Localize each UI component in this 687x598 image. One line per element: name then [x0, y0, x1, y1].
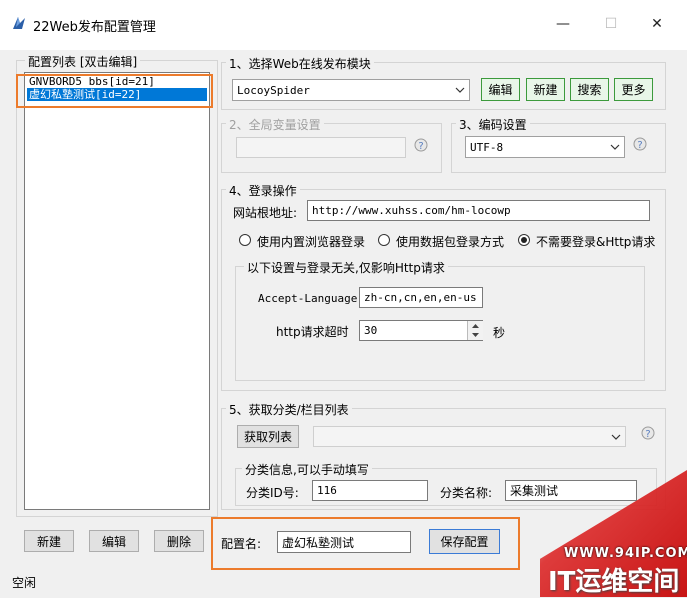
timeout-label: http请求超时 [276, 325, 349, 339]
close-button[interactable]: ✕ [634, 10, 680, 38]
category-name-label: 分类名称: [440, 486, 493, 500]
radio-packet-label[interactable]: 使用数据包登录方式 [396, 233, 504, 250]
module-value: LocoySpider [237, 83, 310, 97]
module-more-button[interactable]: 更多 [614, 78, 653, 101]
section4-title: 4、登录操作 [226, 182, 300, 199]
chevron-down-icon [610, 144, 620, 150]
highlight-box-list [16, 74, 213, 108]
fetch-list-button[interactable]: 获取列表 [237, 425, 299, 448]
help-icon[interactable]: ? [640, 426, 656, 442]
radio-no-login[interactable] [518, 234, 530, 246]
url-label: 网站根地址: [233, 206, 298, 220]
global-vars-field[interactable] [236, 137, 406, 158]
stepper-arrows-icon [472, 324, 479, 337]
edit-config-button[interactable]: 编辑 [89, 530, 139, 552]
radio-packet-login[interactable] [378, 234, 390, 246]
status-text: 空闲 [12, 576, 37, 590]
maximize-button[interactable]: ☐ [588, 10, 634, 38]
help-icon[interactable]: ? [413, 138, 429, 154]
radio-no-login-label[interactable]: 不需要登录&Http请求 [536, 233, 655, 250]
watermark-brand: IT运维空间 [548, 567, 680, 597]
url-field[interactable]: http://www.xuhss.com/hm-locowp [307, 200, 650, 221]
module-edit-button[interactable]: 编辑 [481, 78, 520, 101]
config-list-title: 配置列表 [双击编辑] [25, 53, 141, 70]
module-select[interactable]: LocoySpider [232, 79, 470, 101]
delete-config-button[interactable]: 删除 [154, 530, 204, 552]
category-id-label: 分类ID号: [246, 486, 299, 500]
section5-title: 5、获取分类/栏目列表 [226, 401, 352, 418]
category-id-field[interactable]: 116 [312, 480, 428, 501]
save-config-button[interactable]: 保存配置 [429, 529, 500, 554]
section3-title: 3、编码设置 [456, 116, 530, 133]
app-icon [13, 17, 25, 29]
svg-text:?: ? [645, 429, 650, 440]
config-list[interactable]: GNVBORD5 bbs[id=21] 虚幻私塾测试[id=22] [24, 72, 210, 510]
config-name-field[interactable]: 虚幻私塾测试 [277, 531, 411, 553]
accept-language-label: Accept-Language [258, 292, 358, 305]
window-title: 22Web发布配置管理 [33, 20, 156, 35]
timeout-unit: 秒 [493, 326, 506, 340]
chevron-down-icon [455, 87, 465, 93]
category-select[interactable] [313, 426, 626, 447]
new-config-button[interactable]: 新建 [24, 530, 74, 552]
timeout-stepper[interactable] [467, 321, 483, 340]
http-settings-title: 以下设置与登录无关,仅影响Http请求 [244, 259, 448, 276]
svg-text:?: ? [418, 141, 423, 152]
help-icon[interactable]: ? [632, 137, 648, 153]
chevron-down-icon [611, 434, 621, 440]
radio-builtin-label[interactable]: 使用内置浏览器登录 [257, 233, 365, 250]
encoding-select[interactable]: UTF-8 [465, 136, 625, 158]
category-info-title: 分类信息,可以手动填写 [242, 461, 372, 478]
timeout-field[interactable]: 30 [359, 320, 483, 341]
svg-text:?: ? [637, 140, 642, 151]
category-name-field[interactable]: 采集测试 [505, 480, 637, 501]
timeout-value: 30 [364, 324, 378, 337]
radio-builtin-browser[interactable] [239, 234, 251, 246]
encoding-value: UTF-8 [470, 140, 504, 154]
watermark-site: WWW.94IP.COM [564, 546, 687, 561]
config-name-label: 配置名: [221, 537, 262, 551]
section1-title: 1、选择Web在线发布模块 [226, 55, 374, 72]
module-new-button[interactable]: 新建 [526, 78, 565, 101]
minimize-button[interactable]: — [540, 10, 586, 38]
section2-title: 2、全局变量设置 [226, 116, 324, 133]
module-search-button[interactable]: 搜索 [570, 78, 609, 101]
accept-language-field[interactable]: zh-cn,cn,en,en-us [359, 287, 483, 308]
